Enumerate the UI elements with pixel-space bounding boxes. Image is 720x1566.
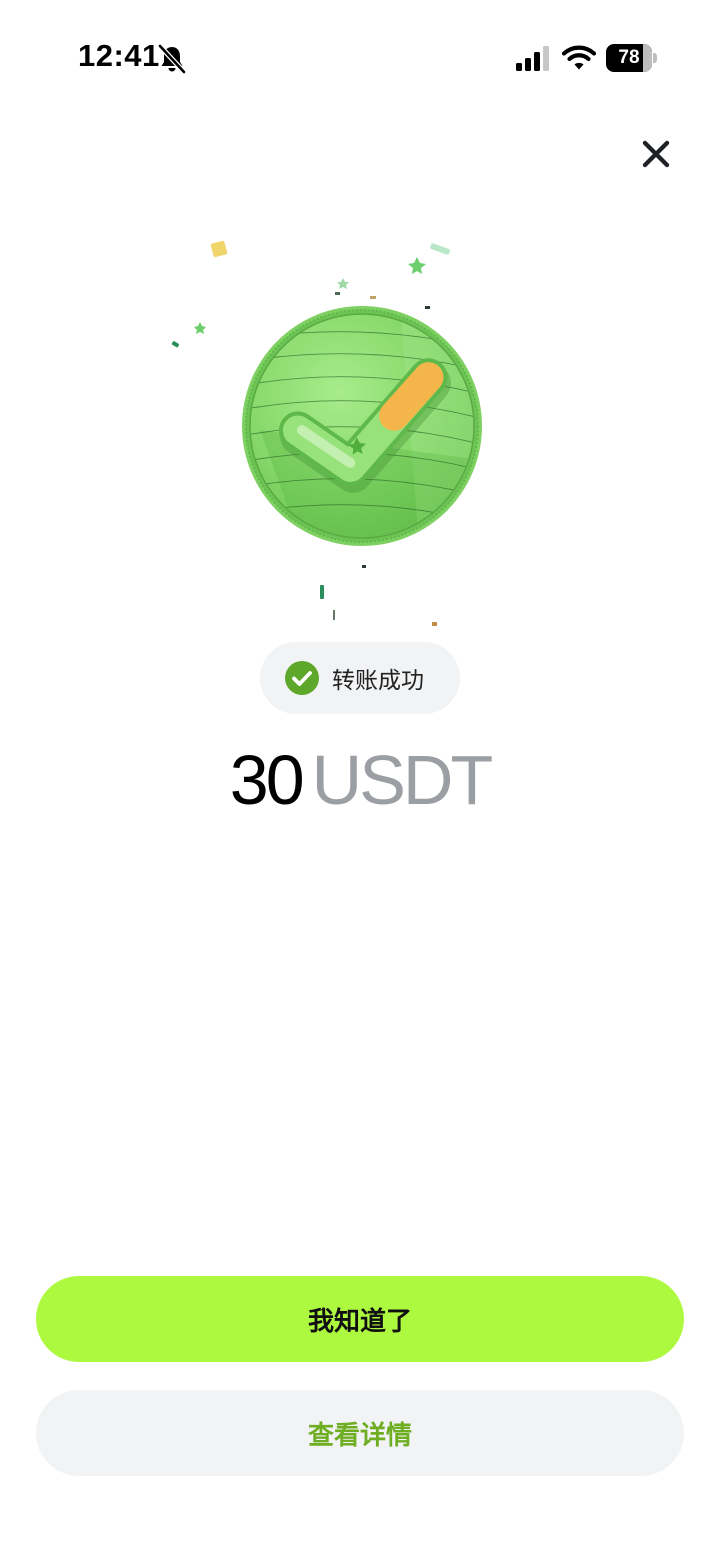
success-coin-illustration bbox=[171, 240, 482, 626]
status-bar: 12:41 78 bbox=[0, 0, 720, 120]
check-circle-icon bbox=[285, 661, 319, 695]
battery-level: 78 bbox=[618, 47, 640, 68]
transfer-amount: 30 USDT bbox=[0, 740, 720, 830]
check-coin-icon bbox=[242, 306, 482, 546]
transfer-status-text: 转账成功 bbox=[332, 668, 424, 694]
transfer-status-badge: 转账成功 bbox=[260, 642, 460, 714]
bell-slash-icon bbox=[158, 44, 186, 74]
battery-indicator: 78 bbox=[606, 44, 657, 72]
got-it-button-label: 我知道了 bbox=[307, 1305, 412, 1336]
view-details-button-label: 查看详情 bbox=[307, 1419, 412, 1450]
amount-value: 30 bbox=[229, 741, 305, 819]
transfer-success-screen: 12:41 78 转账成功 30 USDT 我知道了 查看详情 bbox=[0, 0, 720, 1566]
got-it-button[interactable]: 我知道了 bbox=[36, 1276, 684, 1362]
amount-currency: USDT bbox=[311, 741, 494, 819]
status-time: 12:41 bbox=[78, 38, 160, 73]
wifi-icon bbox=[562, 45, 596, 70]
view-details-button[interactable]: 查看详情 bbox=[36, 1390, 684, 1476]
battery-icon: 78 bbox=[606, 44, 652, 72]
close-icon bbox=[642, 140, 670, 168]
cellular-signal-icon bbox=[516, 46, 549, 71]
close-button[interactable] bbox=[630, 128, 682, 180]
